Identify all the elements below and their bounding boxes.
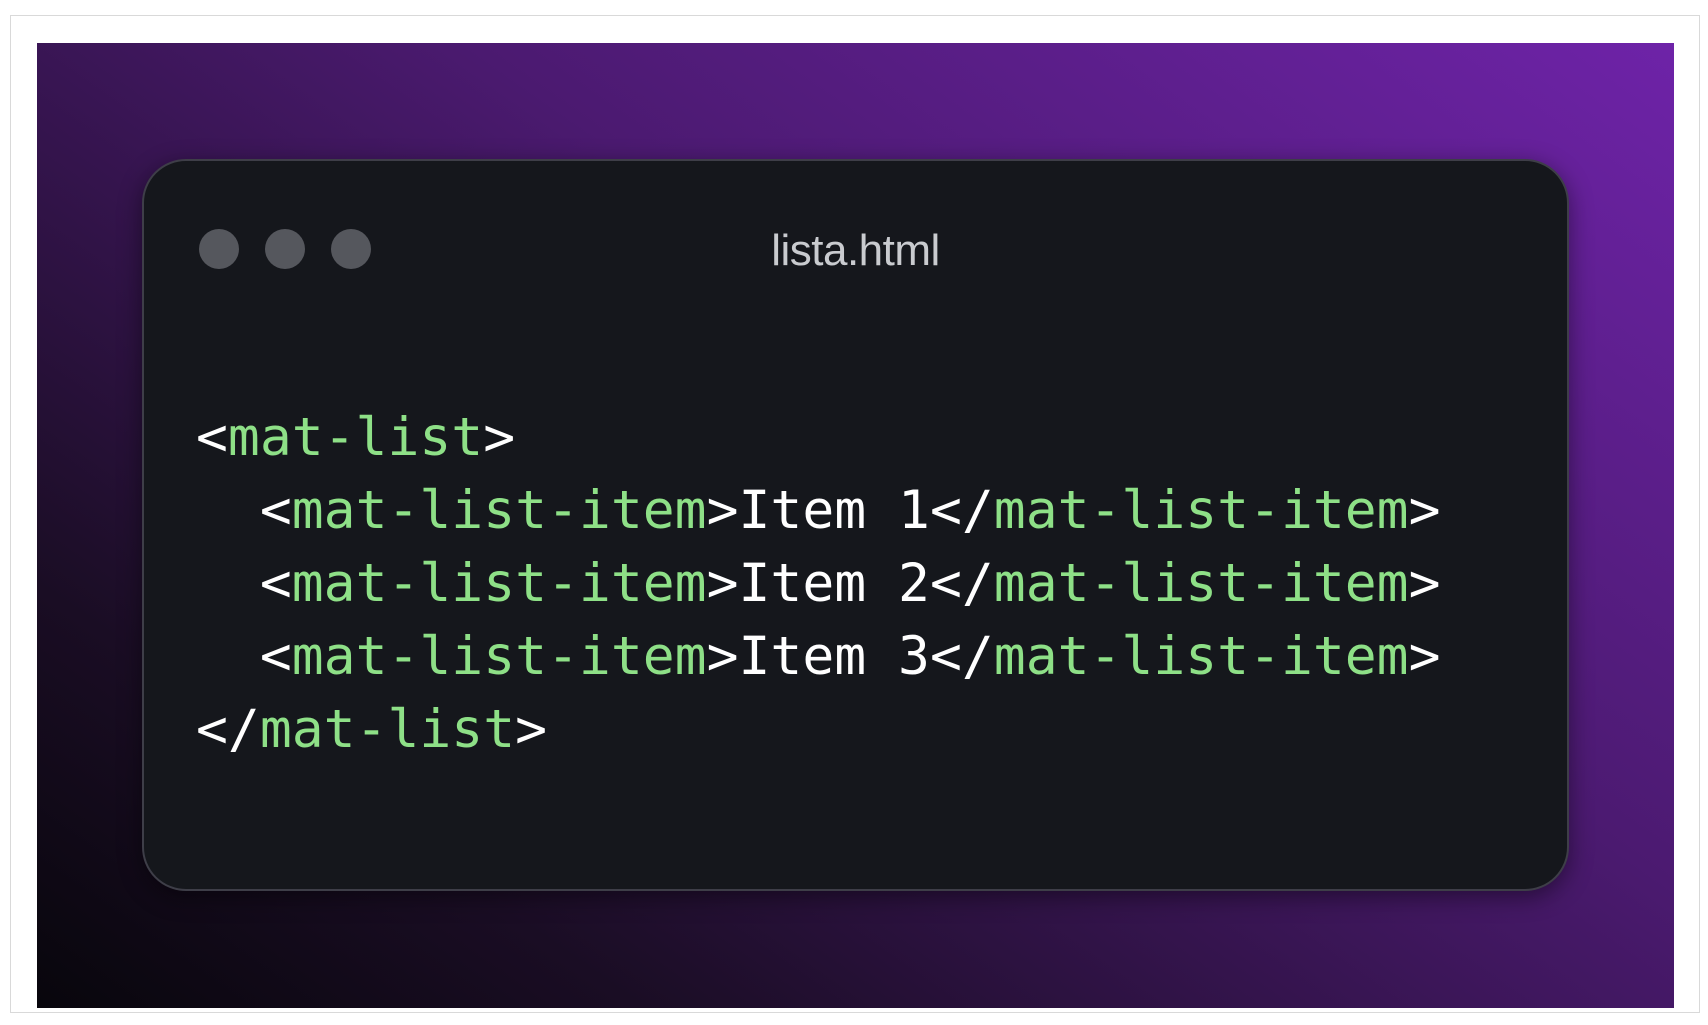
code-punct: >: [1408, 480, 1441, 541]
code-punct: >: [706, 553, 739, 614]
code-punct: >: [483, 407, 516, 468]
code-line: <mat-list>: [196, 401, 1441, 474]
code-tag: mat-list-item: [291, 553, 707, 614]
code-tag: mat-list-item: [993, 626, 1409, 687]
code-tag: mat-list-item: [993, 480, 1409, 541]
code-window: lista.html <mat-list> <mat-list-item>Ite…: [142, 159, 1569, 891]
code-tag: mat-list: [259, 699, 516, 760]
code-punct: </: [929, 626, 994, 687]
code-punct: </: [929, 480, 994, 541]
code-tag: mat-list-item: [993, 553, 1409, 614]
code-line: <mat-list-item>Item 3</mat-list-item>: [196, 620, 1441, 693]
code-line: <mat-list-item>Item 2</mat-list-item>: [196, 547, 1441, 620]
code-line: <mat-list-item>Item 1</mat-list-item>: [196, 474, 1441, 547]
code-punct: <: [259, 480, 292, 541]
code-tag: mat-list: [227, 407, 484, 468]
code-tag: mat-list-item: [291, 626, 707, 687]
code-punct: >: [1408, 626, 1441, 687]
code-punct: >: [515, 699, 548, 760]
code-punct: >: [706, 480, 739, 541]
code-tag: mat-list-item: [291, 480, 707, 541]
code-punct: >: [706, 626, 739, 687]
code-punct: >: [1408, 553, 1441, 614]
code-block: <mat-list> <mat-list-item>Item 1</mat-li…: [196, 401, 1441, 766]
code-punct: <: [196, 407, 228, 468]
code-punct: <: [259, 626, 292, 687]
code-punct: </: [929, 553, 994, 614]
code-punct: </: [196, 699, 260, 760]
code-text: Item 3: [738, 626, 930, 687]
code-text: Item 1: [738, 480, 930, 541]
code-text: Item 2: [738, 553, 930, 614]
code-line: </mat-list>: [196, 693, 1441, 766]
code-punct: <: [259, 553, 292, 614]
window-title: lista.html: [771, 226, 940, 275]
